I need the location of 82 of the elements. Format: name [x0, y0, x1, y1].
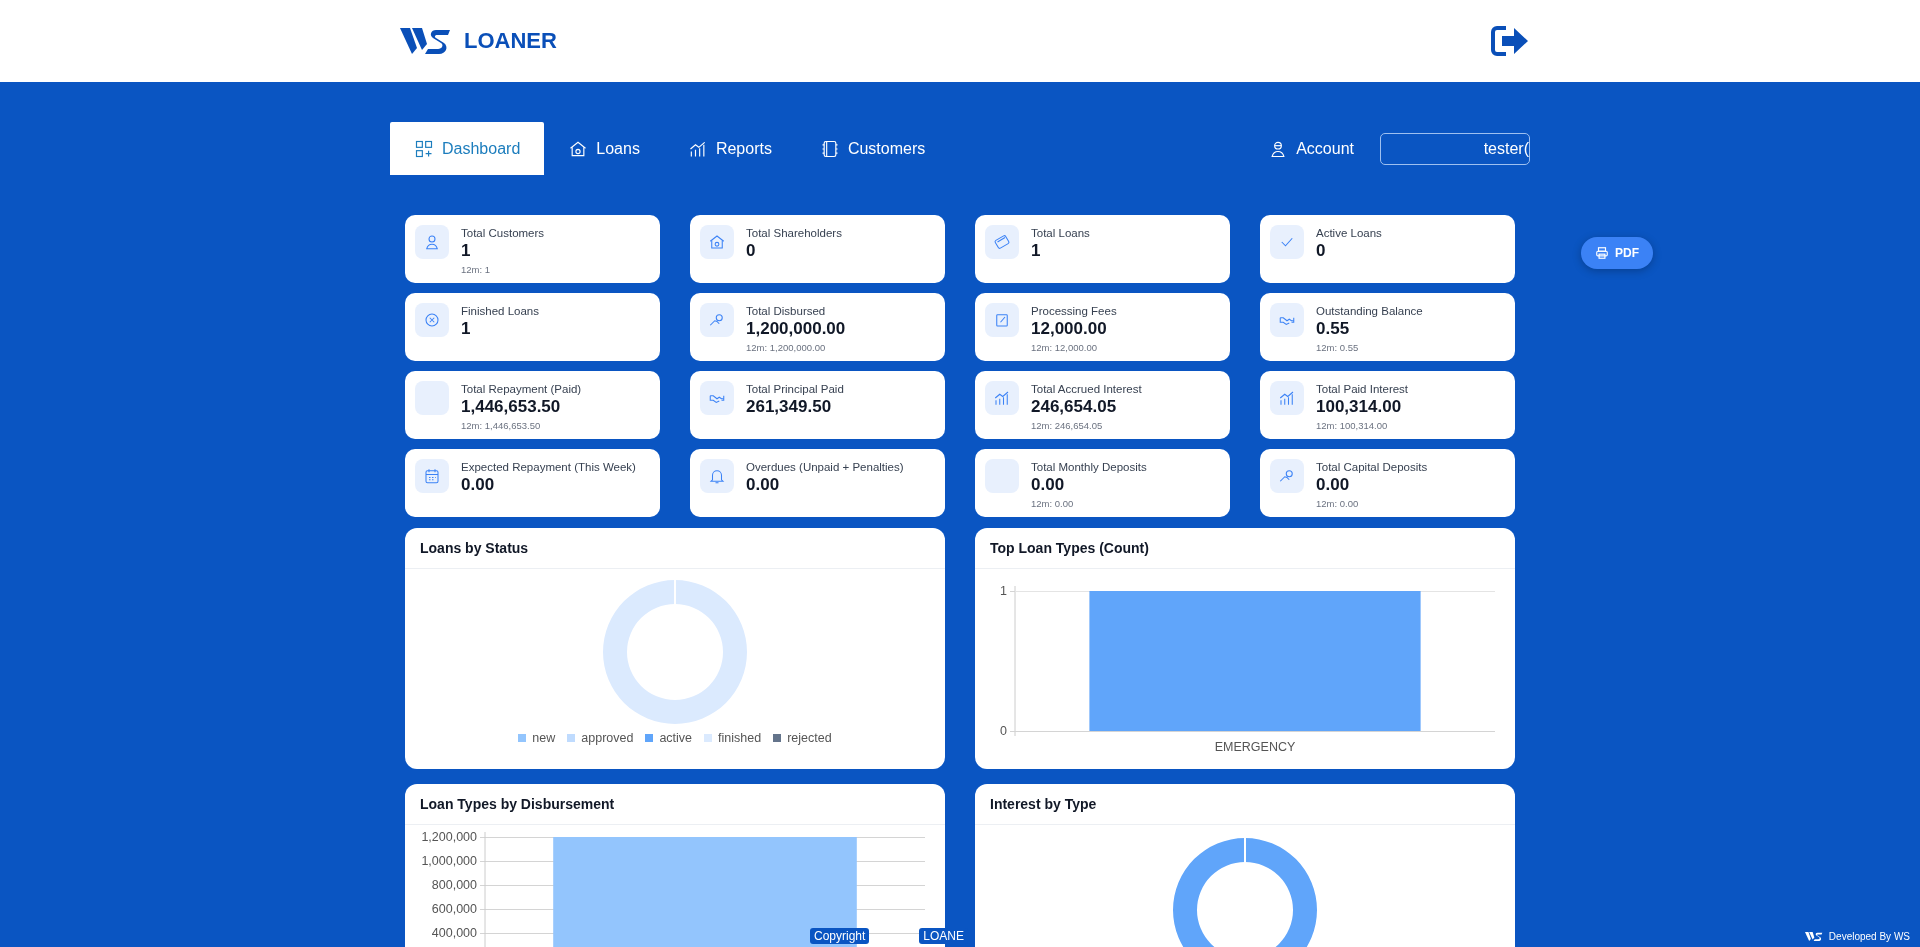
house-icon [708, 233, 726, 251]
stat-subtext: 12m: 246,654.05 [1031, 420, 1104, 431]
legend-label: approved [581, 731, 634, 745]
axis-tick-label: 1,000,000 [421, 854, 477, 868]
legend-label: rejected [787, 731, 832, 745]
stat-label: Expected Repayment (This Week) [461, 461, 636, 473]
stat-subtext: 12m: 12,000.00 [1031, 342, 1099, 353]
stat-value: 12,000.00 [1031, 319, 1108, 339]
stat-label: Total Shareholders [746, 227, 842, 239]
stat-subtext: 12m: 1,446,653.50 [461, 420, 542, 431]
stat-value: 0.00 [461, 475, 496, 495]
chart-title: Loan Types by Disbursement [420, 796, 615, 812]
stat-value: 0.00 [1031, 475, 1066, 495]
axis-category-label: EMERGENCY [1214, 740, 1296, 754]
stat-label: Total Customers [461, 227, 545, 239]
axis-tick-label: 800,000 [431, 878, 477, 892]
legend-label: finished [718, 731, 762, 745]
stat-value: 0.00 [746, 475, 781, 495]
nav-tab[interactable]: Dashboard [390, 122, 545, 175]
stat-subtext: 12m: 1,200,000.00 [746, 342, 827, 353]
copyright-text: Copyright [810, 928, 870, 944]
nav-tab[interactable]: Loans [544, 122, 664, 175]
nav-tab[interactable]: Reports [663, 122, 796, 175]
grid-icon [414, 138, 434, 159]
chart-title: Loans by Status [420, 540, 529, 556]
axis-tick-label: 1,200,000 [421, 830, 477, 844]
bell-icon [708, 467, 726, 485]
stat-label: Total Repayment (Paid) [461, 383, 582, 395]
stat-label: Total Disbursed [746, 305, 827, 317]
stat-subtext: 12m: 0.00 [1316, 498, 1360, 509]
stat-value: 246,654.05 [1031, 397, 1118, 417]
axis-tick-label: 400,000 [431, 926, 477, 940]
stat-subtext: 12m: 0.00 [1031, 498, 1075, 509]
logo-icon [1804, 930, 1823, 942]
stat-value: 261,349.50 [746, 397, 833, 417]
brand-name: LOANER [464, 28, 557, 54]
legend-label: active [659, 731, 693, 745]
card-icon [993, 233, 1011, 251]
logo-icon [400, 26, 452, 56]
account-link[interactable]: Account [1268, 138, 1354, 159]
axis-tick-label: 600,000 [431, 902, 477, 916]
stat-value: 1 [461, 241, 472, 261]
stat-value: 1,446,653.50 [461, 397, 562, 417]
chart-title: Interest by Type [990, 796, 1097, 812]
stat-subtext: 12m: 100,314.00 [1316, 420, 1389, 431]
stat-label: Finished Loans [461, 305, 539, 317]
stat-label: Processing Fees [1031, 305, 1117, 317]
stat-subtext: 12m: 0.55 [1316, 342, 1360, 353]
stat-label: Total Capital Deposits [1316, 461, 1428, 473]
legend-label: new [532, 731, 556, 745]
nav-tab[interactable]: Customers [795, 122, 950, 175]
bar-chart-icon [1278, 389, 1296, 407]
stat-subtext: 12m: 1 [461, 264, 492, 275]
document-icon [993, 311, 1011, 329]
calendar-icon [423, 467, 441, 485]
stat-label: Total Paid Interest [1316, 383, 1409, 395]
cross-circle-icon [423, 311, 441, 329]
user-field[interactable]: tester( [1380, 132, 1530, 165]
user-icon [423, 233, 441, 251]
pdf-button[interactable]: PDF [1581, 237, 1653, 269]
printer-icon [1595, 246, 1609, 260]
stat-value: 0.55 [1316, 319, 1351, 339]
axis-tick-label: 1 [1000, 584, 1007, 598]
bar-chart-icon [993, 389, 1011, 407]
chart-title: Top Loan Types (Count) [990, 540, 1149, 556]
stat-label: Outstanding Balance [1316, 305, 1423, 317]
stat-label: Overdues (Unpaid + Penalties) [746, 461, 904, 473]
stat-label: Total Monthly Deposits [1031, 461, 1147, 473]
axis-tick-label: 0 [1000, 724, 1007, 738]
stat-label: Total Principal Paid [746, 383, 844, 395]
credit-text: Developed By WS [1828, 930, 1910, 942]
stat-value: 100,314.00 [1316, 397, 1403, 417]
stat-value: 0 [746, 241, 757, 261]
stat-value: 1,200,000.00 [746, 319, 846, 339]
stat-label: Total Accrued Interest [1031, 383, 1142, 395]
stat-value: 0.00 [1316, 475, 1351, 495]
stat-value: 0 [1316, 241, 1327, 261]
stat-label: Active Loans [1316, 227, 1382, 239]
logout-icon[interactable] [1490, 24, 1530, 58]
stat-value: 1 [1031, 241, 1042, 261]
stat-value: 1 [461, 319, 472, 339]
stat-label: Total Loans [1031, 227, 1090, 239]
